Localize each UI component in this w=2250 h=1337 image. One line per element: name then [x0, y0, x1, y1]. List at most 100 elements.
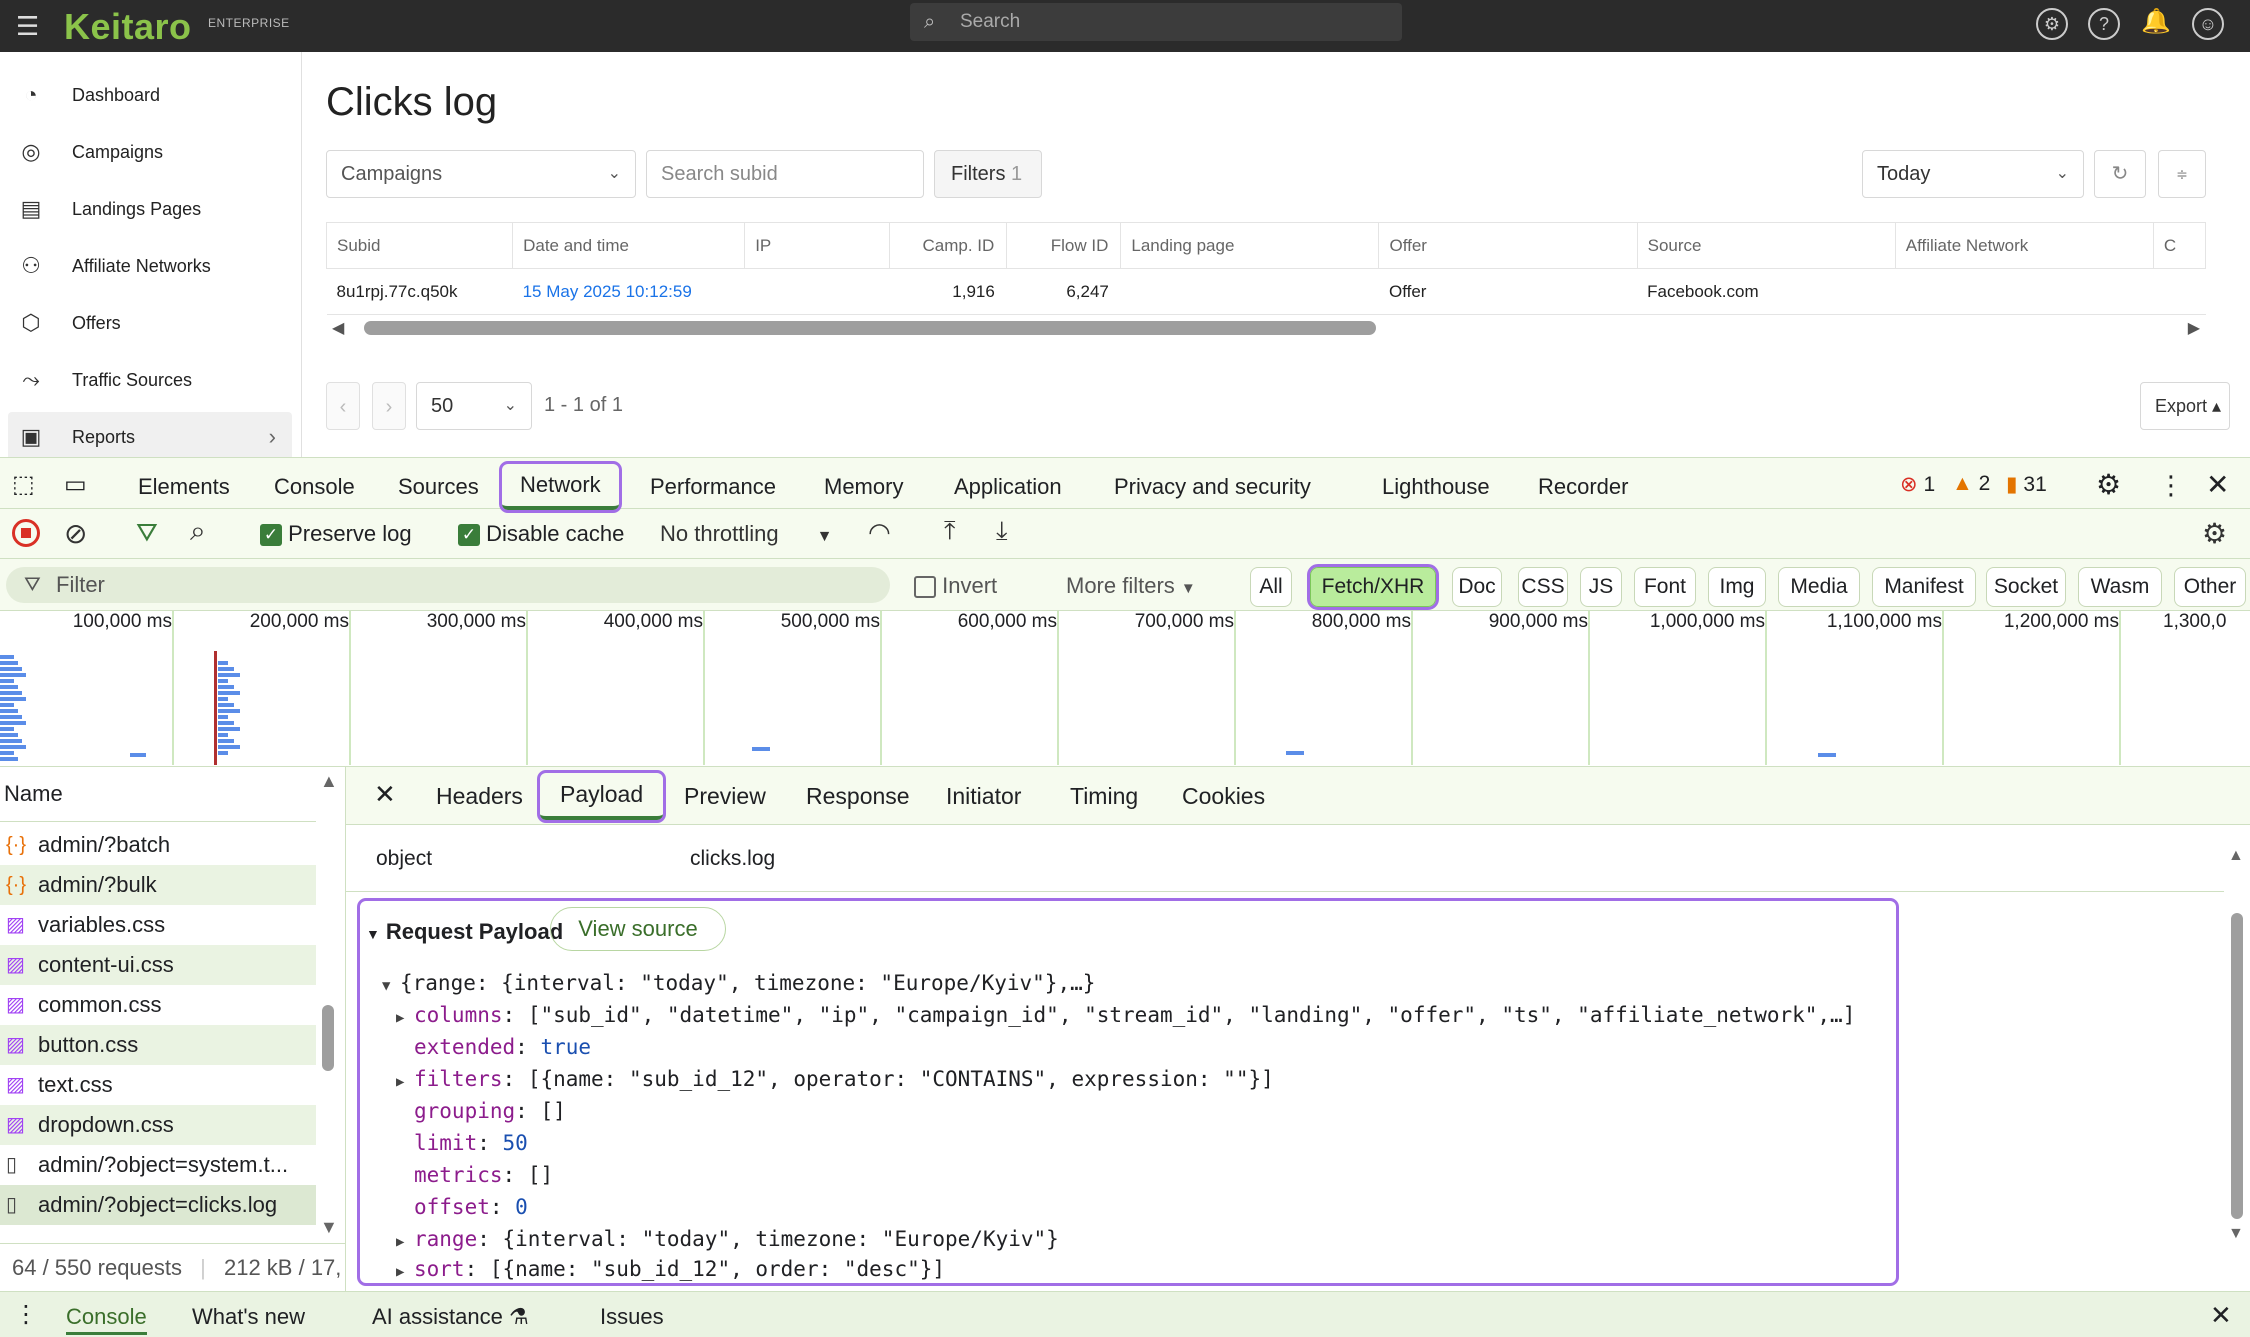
tab-preview[interactable]: Preview — [684, 783, 766, 810]
request-item[interactable]: ▨ button.css — [0, 1025, 316, 1065]
filters-button[interactable]: Filters 1 — [934, 150, 1042, 198]
tab-lighthouse[interactable]: Lighthouse — [1382, 474, 1490, 500]
tab-console[interactable]: Console — [274, 474, 355, 500]
help-icon[interactable]: ? — [2088, 8, 2120, 40]
column-header[interactable]: C — [2152, 222, 2207, 269]
page-size-select[interactable]: 50 ⌄ — [416, 382, 532, 430]
detail-scrollbar[interactable]: ▲ ▼ — [2226, 827, 2248, 1287]
inspect-icon[interactable]: ⬚ — [12, 470, 35, 499]
invert-checkbox[interactable]: Invert — [914, 573, 997, 599]
clear-icon[interactable]: ⊘ — [64, 517, 87, 550]
drawer-tab-console[interactable]: Console — [66, 1304, 147, 1335]
column-header[interactable]: Source — [1636, 222, 1896, 269]
warnings-badge[interactable]: ▲ 2 — [1952, 472, 1990, 496]
drawer-tab-whats-new[interactable]: What's new — [192, 1304, 305, 1330]
payload-line-filters[interactable]: ▶ filters: [{name: "sub_id_12", operator:… — [396, 1067, 1274, 1091]
request-item[interactable]: ▨ text.css — [0, 1065, 316, 1105]
drawer-tab-ai-assistance[interactable]: AI assistance ⚗ — [372, 1304, 529, 1330]
device-toolbar-icon[interactable]: ▭ — [64, 470, 87, 499]
tab-headers[interactable]: Headers — [436, 783, 523, 810]
column-header[interactable]: Subid — [325, 222, 514, 269]
export-har-icon[interactable]: ⤓ — [996, 515, 1008, 547]
search-subid-input[interactable]: Search subid — [646, 150, 924, 198]
type-filter-font[interactable]: Font — [1634, 567, 1696, 607]
refresh-button[interactable]: ↻ — [2094, 150, 2146, 198]
column-header[interactable]: IP — [744, 222, 891, 269]
type-filter-all[interactable]: All — [1250, 567, 1292, 607]
scrollbar-thumb[interactable] — [364, 321, 1376, 335]
sidebar-item-traffic-sources[interactable]: ⤳ Traffic Sources — [8, 355, 292, 405]
errors-badge[interactable]: ⊗ 1 — [1900, 472, 1935, 497]
type-filter-js[interactable]: JS — [1580, 567, 1622, 607]
scroll-down-icon[interactable]: ▼ — [2228, 1225, 2244, 1243]
close-detail-icon[interactable]: ✕ — [374, 779, 396, 810]
request-item[interactable]: ▨ dropdown.css — [0, 1105, 316, 1145]
view-source-button[interactable]: View source — [550, 907, 726, 951]
type-filter-css[interactable]: CSS — [1518, 567, 1568, 607]
type-filter-media[interactable]: Media — [1778, 567, 1860, 607]
sidebar-item-offers[interactable]: ⬡ Offers — [8, 298, 292, 348]
filter-icon[interactable]: ⛛ — [136, 517, 158, 549]
scrollbar-thumb[interactable] — [2231, 913, 2243, 1219]
settings-icon[interactable]: ⚙ — [2036, 8, 2068, 40]
type-filter-fetch-xhr[interactable]: Fetch/XHR — [1307, 564, 1439, 610]
tab-response[interactable]: Response — [806, 783, 910, 810]
column-header[interactable]: Affiliate Network — [1894, 222, 2154, 269]
request-item[interactable]: {·} admin/?bulk — [0, 865, 316, 905]
column-header[interactable]: Offer — [1378, 222, 1638, 269]
request-item[interactable]: ▨ common.css — [0, 985, 316, 1025]
scrollbar-thumb[interactable] — [322, 1005, 334, 1071]
request-item[interactable]: {·} admin/?batch — [0, 825, 316, 865]
throttling-select[interactable]: No throttling ▼ — [660, 521, 832, 547]
gear-icon[interactable]: ⚙ — [2096, 468, 2121, 501]
payload-line-columns[interactable]: ▶ columns: ["sub_id", "datetime", "ip", "… — [396, 1003, 1855, 1027]
table-row[interactable]: 8u1rpj.77c.q50k 15 May 2025 10:12:59 1,9… — [326, 268, 2206, 315]
column-header[interactable]: Date and time — [512, 222, 746, 269]
filter-input[interactable]: ⛛ Filter — [6, 567, 890, 603]
sidebar-item-reports[interactable]: ▣ Reports › — [8, 412, 292, 462]
scroll-left-icon[interactable]: ◀ — [332, 318, 344, 338]
preserve-log-checkbox[interactable]: ✓ Preserve log — [260, 521, 412, 547]
date-range-select[interactable]: Today ⌄ — [1862, 150, 2084, 198]
horizontal-scrollbar[interactable]: ◀ ▶ — [326, 316, 2206, 340]
campaigns-select[interactable]: Campaigns ⌄ — [326, 150, 636, 198]
prev-page-button[interactable]: ‹ — [326, 382, 360, 430]
type-filter-img[interactable]: Img — [1708, 567, 1766, 607]
tab-memory[interactable]: Memory — [824, 474, 903, 500]
issues-badge[interactable]: ▮ 31 — [2006, 472, 2047, 497]
sidebar-item-dashboard[interactable]: ◔ Dashboard — [8, 70, 292, 120]
type-filter-manifest[interactable]: Manifest — [1872, 567, 1976, 607]
tab-sources[interactable]: Sources — [398, 474, 479, 500]
drawer-menu-icon[interactable]: ⋮ — [14, 1300, 38, 1329]
column-header[interactable]: Camp. ID — [889, 222, 1008, 269]
tab-payload[interactable]: Payload — [536, 770, 667, 823]
payload-root[interactable]: ▼ {range: {interval: "today", timezone: "… — [382, 971, 1095, 995]
tab-recorder[interactable]: Recorder — [1538, 474, 1628, 500]
payload-line-range[interactable]: ▶ range: {interval: "today", timezone: "E… — [396, 1227, 1059, 1251]
columns-button[interactable]: ≑ — [2158, 150, 2206, 198]
column-header[interactable]: Flow ID — [1006, 222, 1122, 269]
drawer-tab-issues[interactable]: Issues — [600, 1304, 664, 1330]
search-icon[interactable]: ⌕ — [190, 515, 206, 548]
tab-performance[interactable]: Performance — [650, 474, 776, 500]
request-item-selected[interactable]: ▯ admin/?object=clicks.log — [0, 1185, 316, 1225]
network-settings-icon[interactable]: ⚙ — [2202, 517, 2227, 550]
payload-line-sort[interactable]: ▶ sort: [{name: "sub_id_12", order: "desc… — [396, 1257, 945, 1281]
type-filter-other[interactable]: Other — [2174, 567, 2246, 607]
type-filter-doc[interactable]: Doc — [1452, 567, 1502, 607]
column-header[interactable]: Landing page — [1120, 222, 1380, 269]
next-page-button[interactable]: › — [372, 382, 406, 430]
name-column-header[interactable]: Name — [4, 781, 63, 807]
request-item[interactable]: ▨ content-ui.css — [0, 945, 316, 985]
close-icon[interactable]: ✕ — [2206, 468, 2229, 501]
scroll-up-icon[interactable]: ▲ — [320, 771, 338, 792]
network-overview[interactable]: 100,000 ms 200,000 ms 300,000 ms 400,000… — [0, 611, 2250, 767]
bell-icon[interactable]: 🔔 — [2140, 8, 2172, 40]
type-filter-wasm[interactable]: Wasm — [2078, 567, 2162, 607]
sidebar-item-affiliate-networks[interactable]: ⚇ Affiliate Networks — [8, 241, 292, 291]
type-filter-socket[interactable]: Socket — [1986, 567, 2066, 607]
tab-elements[interactable]: Elements — [138, 474, 230, 500]
scroll-down-icon[interactable]: ▼ — [320, 1217, 338, 1238]
more-options-icon[interactable]: ⋮ — [2158, 470, 2184, 501]
tab-timing[interactable]: Timing — [1070, 783, 1138, 810]
